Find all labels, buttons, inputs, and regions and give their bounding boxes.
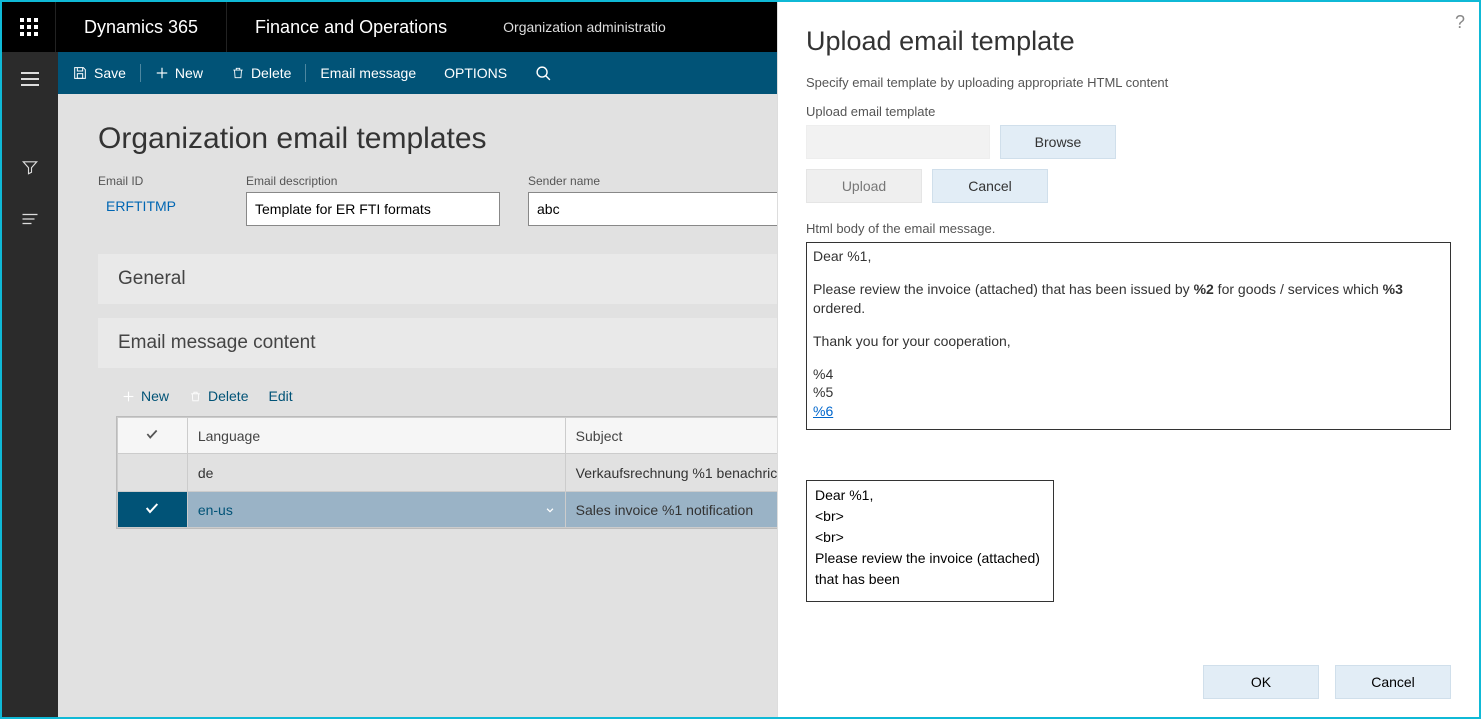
- module-title[interactable]: Finance and Operations: [226, 2, 475, 52]
- brand-title[interactable]: Dynamics 365: [56, 2, 226, 52]
- panel-desc: Specify email template by uploading appr…: [806, 75, 1451, 90]
- filter-button[interactable]: [15, 152, 45, 182]
- search-icon: [535, 65, 552, 82]
- sender-label: Sender name: [528, 174, 782, 188]
- left-rail: [2, 52, 58, 717]
- options-button[interactable]: OPTIONS: [430, 52, 521, 94]
- help-icon: ?: [1455, 12, 1465, 32]
- save-icon: [72, 65, 88, 81]
- upload-panel: ? Upload email template Specify email te…: [777, 2, 1479, 717]
- plus-icon: [155, 66, 169, 80]
- htmlbody-label: Html body of the email message.: [806, 221, 1451, 236]
- upload-label: Upload email template: [806, 104, 1451, 119]
- save-button[interactable]: Save: [58, 52, 140, 94]
- ok-button[interactable]: OK: [1203, 665, 1319, 699]
- list-icon: [21, 212, 39, 226]
- breadcrumb[interactable]: Organization administratio: [475, 2, 694, 52]
- search-button[interactable]: [521, 52, 566, 94]
- content-edit-button[interactable]: Edit: [268, 388, 292, 404]
- grid-header-mark[interactable]: [118, 418, 188, 454]
- cancel-upload-button[interactable]: Cancel: [932, 169, 1048, 203]
- save-label: Save: [94, 65, 126, 81]
- grid-header-language[interactable]: Language: [187, 418, 565, 454]
- trash-icon: [189, 389, 202, 404]
- delete-button[interactable]: Delete: [217, 52, 305, 94]
- list-button[interactable]: [15, 204, 45, 234]
- options-label: OPTIONS: [444, 65, 507, 81]
- help-button[interactable]: ?: [1455, 12, 1465, 33]
- emailmsg-label: Email message: [320, 65, 416, 81]
- sender-input[interactable]: [528, 192, 782, 226]
- new-label: New: [175, 65, 203, 81]
- emaildesc-label: Email description: [246, 174, 500, 188]
- raw-html-textarea[interactable]: [806, 480, 1054, 602]
- hamburger-button[interactable]: [15, 64, 45, 94]
- delete-label: Delete: [251, 65, 291, 81]
- browse-button[interactable]: Browse: [1000, 125, 1116, 159]
- trash-icon: [231, 65, 245, 81]
- app-launcher-button[interactable]: [2, 2, 56, 52]
- content-new-button[interactable]: New: [122, 388, 169, 404]
- hamburger-icon: [21, 72, 39, 86]
- plus-icon: [122, 390, 135, 403]
- content-delete-button[interactable]: Delete: [189, 388, 248, 404]
- new-button[interactable]: New: [141, 52, 217, 94]
- emailid-label: Email ID: [98, 174, 218, 188]
- emaildesc-input[interactable]: [246, 192, 500, 226]
- cancel-button[interactable]: Cancel: [1335, 665, 1451, 699]
- file-input[interactable]: [806, 125, 990, 159]
- waffle-icon: [20, 18, 38, 36]
- emailid-value[interactable]: ERFTITMP: [98, 192, 218, 220]
- html-preview[interactable]: Dear %1, Please review the invoice (atta…: [806, 242, 1451, 430]
- email-message-button[interactable]: Email message: [306, 52, 430, 94]
- funnel-icon: [21, 158, 39, 176]
- upload-button[interactable]: Upload: [806, 169, 922, 203]
- panel-title: Upload email template: [806, 26, 1451, 57]
- chevron-down-icon[interactable]: [545, 505, 555, 515]
- preview-link[interactable]: %6: [813, 403, 833, 419]
